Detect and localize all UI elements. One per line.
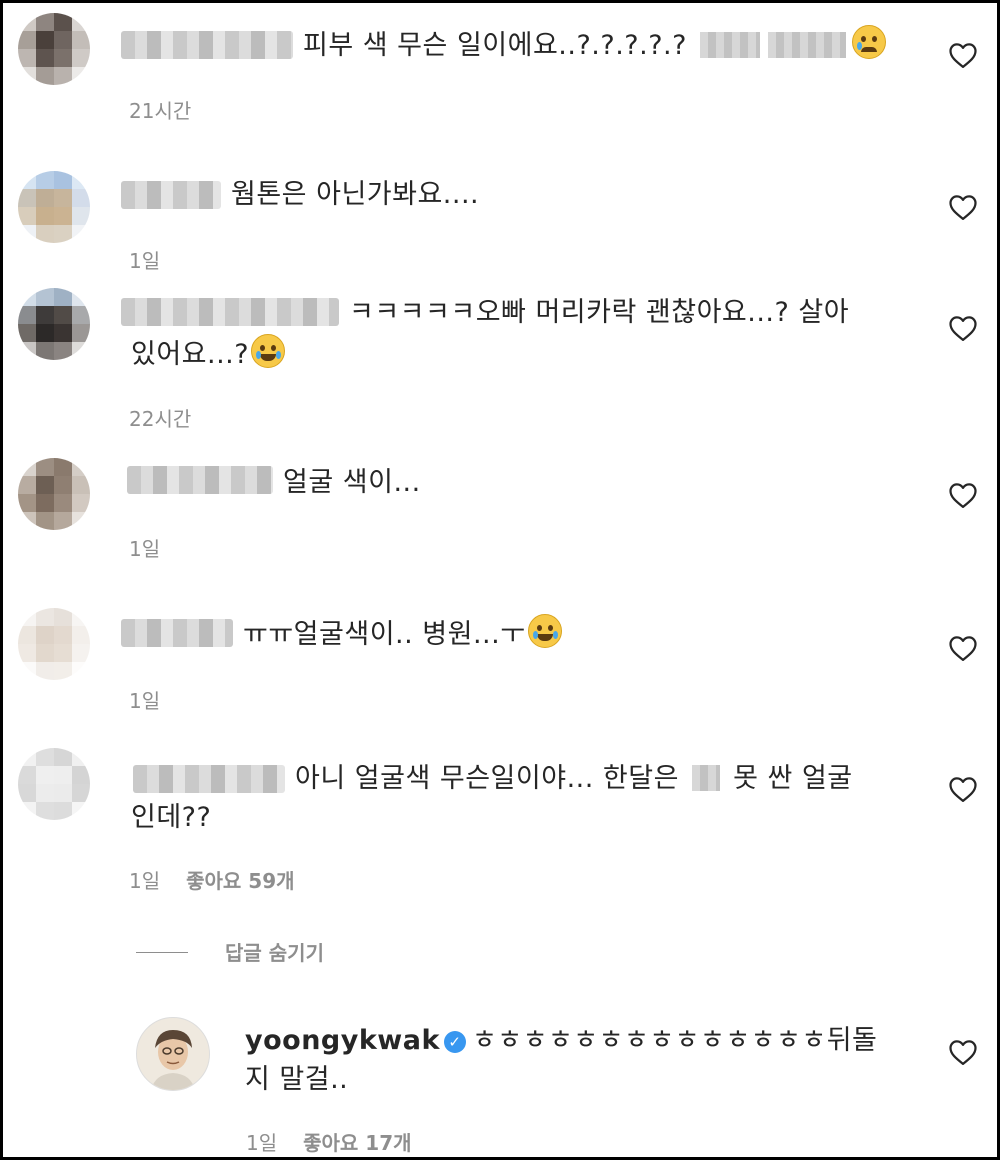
comment-time: 22시간 bbox=[129, 407, 192, 431]
comment-text: 인데?? bbox=[131, 802, 212, 833]
comment-time: 21시간 bbox=[129, 99, 192, 123]
comment-text: 웜톤은 아닌가봐요.... bbox=[231, 179, 480, 210]
like-heart-icon[interactable] bbox=[948, 193, 978, 221]
sad-tear-emoji bbox=[852, 25, 887, 59]
comment-time: 1일 bbox=[129, 689, 161, 713]
author-username[interactable] bbox=[127, 466, 273, 494]
comment-text: 얼굴 색이... bbox=[283, 467, 421, 498]
replies-divider bbox=[136, 952, 188, 953]
author-username[interactable] bbox=[133, 765, 285, 793]
like-heart-icon[interactable] bbox=[948, 1038, 978, 1066]
author-username[interactable] bbox=[121, 181, 221, 209]
avatar[interactable] bbox=[18, 171, 90, 243]
like-heart-icon[interactable] bbox=[948, 634, 978, 662]
like-count[interactable]: 좋아요 17개 bbox=[303, 1131, 411, 1155]
like-count[interactable]: 좋아요 59개 bbox=[186, 869, 294, 893]
author-username[interactable] bbox=[121, 619, 233, 647]
reply-username[interactable]: yoongykwak bbox=[245, 1025, 440, 1056]
comment-text: 아니 얼굴색 무슨일이야... 한달은 못 싼 얼굴 bbox=[295, 763, 853, 794]
reply-meta: 1일 좋아요 17개 bbox=[246, 1127, 412, 1156]
comment-text: ㅠㅠ얼굴색이.. 병원...ㅜ bbox=[243, 614, 562, 655]
comment-time: 1일 bbox=[129, 537, 161, 561]
avatar[interactable] bbox=[18, 13, 90, 85]
comment-text: 있어요...? bbox=[131, 334, 286, 375]
reply-text: yoongykwak ✓ ㅎㅎㅎㅎㅎㅎㅎㅎㅎㅎㅎㅎㅎㅎ뒤돌 bbox=[245, 1025, 878, 1056]
hide-replies-button[interactable]: 답글 숨기기 bbox=[225, 937, 324, 966]
avatar[interactable] bbox=[136, 1017, 210, 1091]
author-username[interactable] bbox=[121, 31, 293, 59]
reply-time: 1일 bbox=[246, 1131, 278, 1155]
tears-of-joy-emoji bbox=[251, 334, 286, 368]
like-heart-icon[interactable] bbox=[948, 314, 978, 342]
comment-text: ㅋㅋㅋㅋㅋ오빠 머리카락 괜찮아요...? 살아 bbox=[349, 297, 850, 328]
author-username[interactable] bbox=[121, 298, 339, 326]
verified-badge-icon: ✓ bbox=[443, 1031, 466, 1053]
comment-time: 1일 bbox=[129, 869, 161, 893]
comment-meta: 1일 좋아요 59개 bbox=[129, 865, 295, 894]
avatar[interactable] bbox=[18, 458, 90, 530]
avatar[interactable] bbox=[18, 608, 90, 680]
avatar[interactable] bbox=[18, 288, 90, 360]
like-heart-icon[interactable] bbox=[948, 775, 978, 803]
comments-panel: 피부 색 무슨 일이에요..?.?.?.?.? 21시간 웜톤은 아닌가봐요..… bbox=[0, 0, 1000, 1160]
tears-of-joy-emoji bbox=[527, 614, 562, 648]
comment-time: 1일 bbox=[129, 249, 161, 273]
like-heart-icon[interactable] bbox=[948, 41, 978, 69]
comment-text: 피부 색 무슨 일이에요..?.?.?.?.? bbox=[303, 25, 887, 66]
reply-text: 지 말걸.. bbox=[245, 1064, 349, 1095]
avatar[interactable] bbox=[18, 748, 90, 820]
like-heart-icon[interactable] bbox=[948, 481, 978, 509]
